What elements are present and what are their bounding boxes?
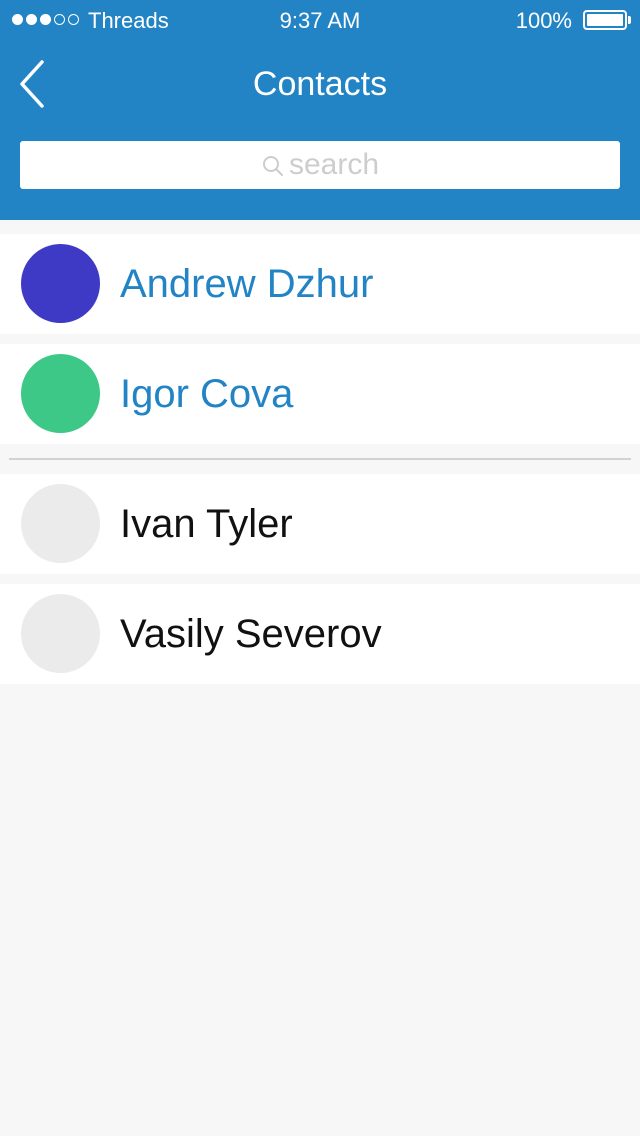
avatar <box>21 354 100 433</box>
status-bar: Threads 9:37 AM 100% <box>0 0 640 40</box>
battery-icon <box>583 10 627 30</box>
header: Threads 9:37 AM 100% Contacts search <box>0 0 640 220</box>
contact-name: Igor Cova <box>120 372 294 416</box>
page-title: Contacts <box>252 65 388 103</box>
contact-name: Ivan Tyler <box>120 502 293 546</box>
battery-tip <box>628 16 631 24</box>
list-item[interactable]: Vasily Severov <box>0 584 640 684</box>
contact-name: Andrew Dzhur <box>120 262 374 306</box>
battery-fill <box>587 14 623 26</box>
contact-list: Andrew Dzhur Igor Cova Ivan Tyler Vasily… <box>0 234 640 684</box>
battery-percent: 100% <box>515 8 572 33</box>
search-input[interactable]: search <box>20 141 620 189</box>
search-icon <box>262 156 283 176</box>
section-divider <box>0 444 640 474</box>
avatar <box>21 484 100 563</box>
list-item[interactable]: Ivan Tyler <box>0 474 640 574</box>
row-spacer <box>0 334 640 344</box>
list-item[interactable]: Igor Cova <box>0 344 640 444</box>
search-placeholder: search <box>288 148 380 181</box>
avatar <box>21 594 100 673</box>
avatar <box>21 244 100 323</box>
contact-name: Vasily Severov <box>120 612 382 656</box>
divider-line <box>9 458 631 460</box>
row-spacer <box>0 574 640 584</box>
list-item[interactable]: Andrew Dzhur <box>0 234 640 334</box>
